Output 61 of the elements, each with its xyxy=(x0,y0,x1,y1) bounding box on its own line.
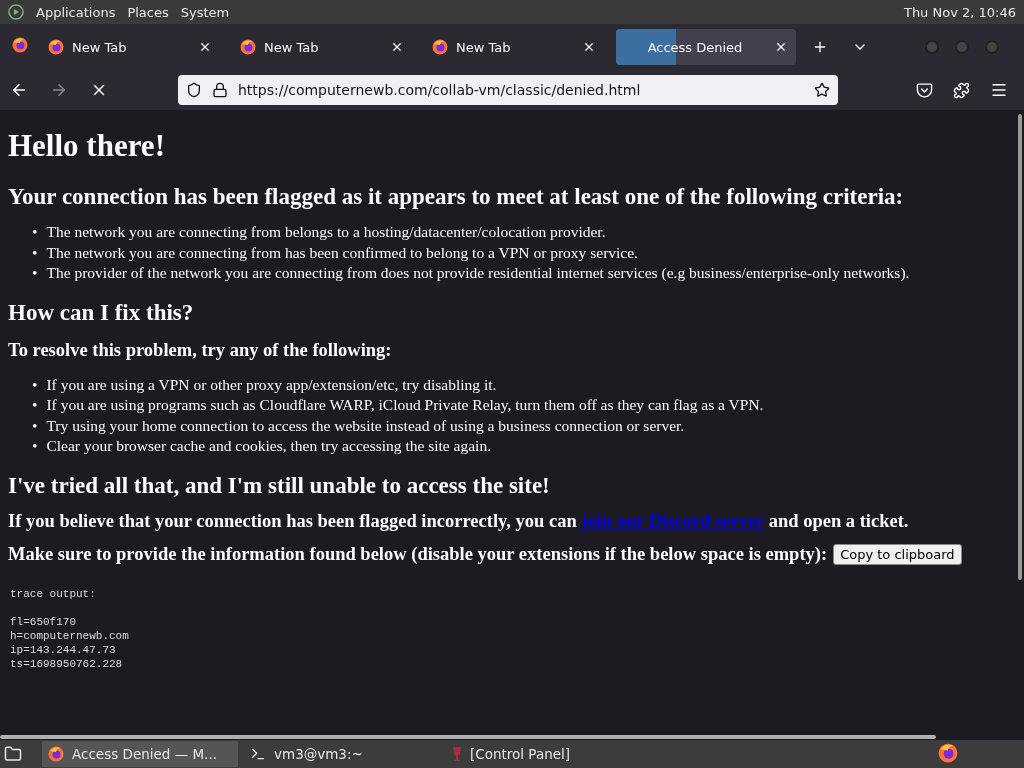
close-icon[interactable] xyxy=(774,40,788,54)
list-item: The network you are connecting from belongs to a hosting/datacenter/colocation provider. xyxy=(46,222,606,242)
folder-icon[interactable] xyxy=(4,745,22,763)
panel-menu[interactable]: System xyxy=(180,4,230,20)
firefox-icon xyxy=(48,39,64,55)
scrollbar[interactable] xyxy=(1018,114,1022,580)
panel-menu[interactable]: Places xyxy=(127,4,169,20)
list-item: The provider of the network you are connecting from does not provide residential internet services (e.g business/enterprise-only networks). xyxy=(46,263,910,283)
trace-output: fl=650f170 h=computernewb.com ip=143.244.47.73 ts=1698950762.228 xyxy=(10,614,130,671)
firefox-view-icon xyxy=(12,37,28,53)
trace-header: trace output: xyxy=(10,586,97,601)
bullet: • xyxy=(32,395,38,415)
firefox-icon xyxy=(48,746,64,762)
section-heading: To resolve this problem, try any of the following: xyxy=(8,339,393,361)
list-item: If you are using a VPN or other proxy app/extension/etc, try disabling it. xyxy=(46,374,497,395)
taskbar-button[interactable]: vm3@vm3:~ xyxy=(244,741,440,767)
close-icon[interactable] xyxy=(390,40,404,54)
section-heading: How can I fix this? xyxy=(8,299,195,326)
horizontal-scrollbar[interactable] xyxy=(0,735,936,739)
section-heading: Your connection has been flagged as it appears to meet at least one of the following criteria: xyxy=(8,184,905,210)
taskbar-button[interactable]: Access Denied — M... xyxy=(42,741,238,767)
lock-icon[interactable] xyxy=(212,82,228,98)
list-item: The network you are connecting from has been confirmed to belong to a VPN or proxy service. xyxy=(46,242,638,263)
firefox-tray-icon xyxy=(938,742,958,763)
browser-tab[interactable]: New Tab xyxy=(40,29,220,65)
terminal-icon xyxy=(250,746,266,762)
ticket-sentence: If you believe that your connection has been flagged incorrectly, you can join our Discord server and open a ticket. xyxy=(8,510,909,532)
shield-icon[interactable] xyxy=(186,82,202,98)
browser-tab[interactable]: New Tab xyxy=(232,29,412,65)
new-tab-icon[interactable] xyxy=(812,39,828,55)
bookmark-star-icon[interactable] xyxy=(814,82,830,98)
logo-icon[interactable] xyxy=(8,4,24,20)
extensions-icon[interactable] xyxy=(953,81,970,99)
taskbar-button[interactable]: [Control Panel] xyxy=(446,741,642,767)
list-item: If you are using programs such as Cloudflare WARP, iCloud Private Relay, turn them off as they can flag as a VPN. xyxy=(46,395,764,415)
clock: Thu Nov 2, 10:46 xyxy=(903,4,1016,20)
copy-button[interactable]: Copy to clipboard xyxy=(833,543,962,565)
close-icon[interactable] xyxy=(582,40,596,54)
browser-tab[interactable]: New Tab xyxy=(424,29,604,65)
info-text: Make sure to provide the information found below (disable your extensions if the below space is empty): xyxy=(8,543,828,565)
bullet: • xyxy=(32,263,38,283)
forward-icon[interactable] xyxy=(50,81,68,99)
bullet: • xyxy=(32,374,38,395)
menu-icon[interactable] xyxy=(990,81,1008,99)
bullet: • xyxy=(32,415,38,436)
panel-menu[interactable]: Applications xyxy=(36,4,116,20)
glass-icon xyxy=(452,746,462,762)
back-icon[interactable] xyxy=(10,81,28,99)
firefox-icon xyxy=(240,39,256,55)
pocket-icon[interactable] xyxy=(916,81,933,99)
page-title: Hello there! xyxy=(8,128,166,164)
bullet: • xyxy=(32,242,38,263)
bullet: • xyxy=(32,222,38,242)
firefox-icon xyxy=(432,39,448,55)
browser-tab[interactable]: Access Denied xyxy=(616,29,796,65)
list-item: Clear your browser cache and cookies, then try accessing the site again. xyxy=(46,436,492,456)
list-item: Try using your home connection to access the website instead of using a business connection or server. xyxy=(46,415,685,436)
bullet: • xyxy=(32,436,38,456)
section-heading: I've tried all that, and I'm still unable to access the site! xyxy=(8,472,551,499)
close-icon[interactable] xyxy=(198,40,212,54)
address-bar[interactable]: https://computernewb.com/collab-vm/classic/denied.html xyxy=(178,75,838,105)
